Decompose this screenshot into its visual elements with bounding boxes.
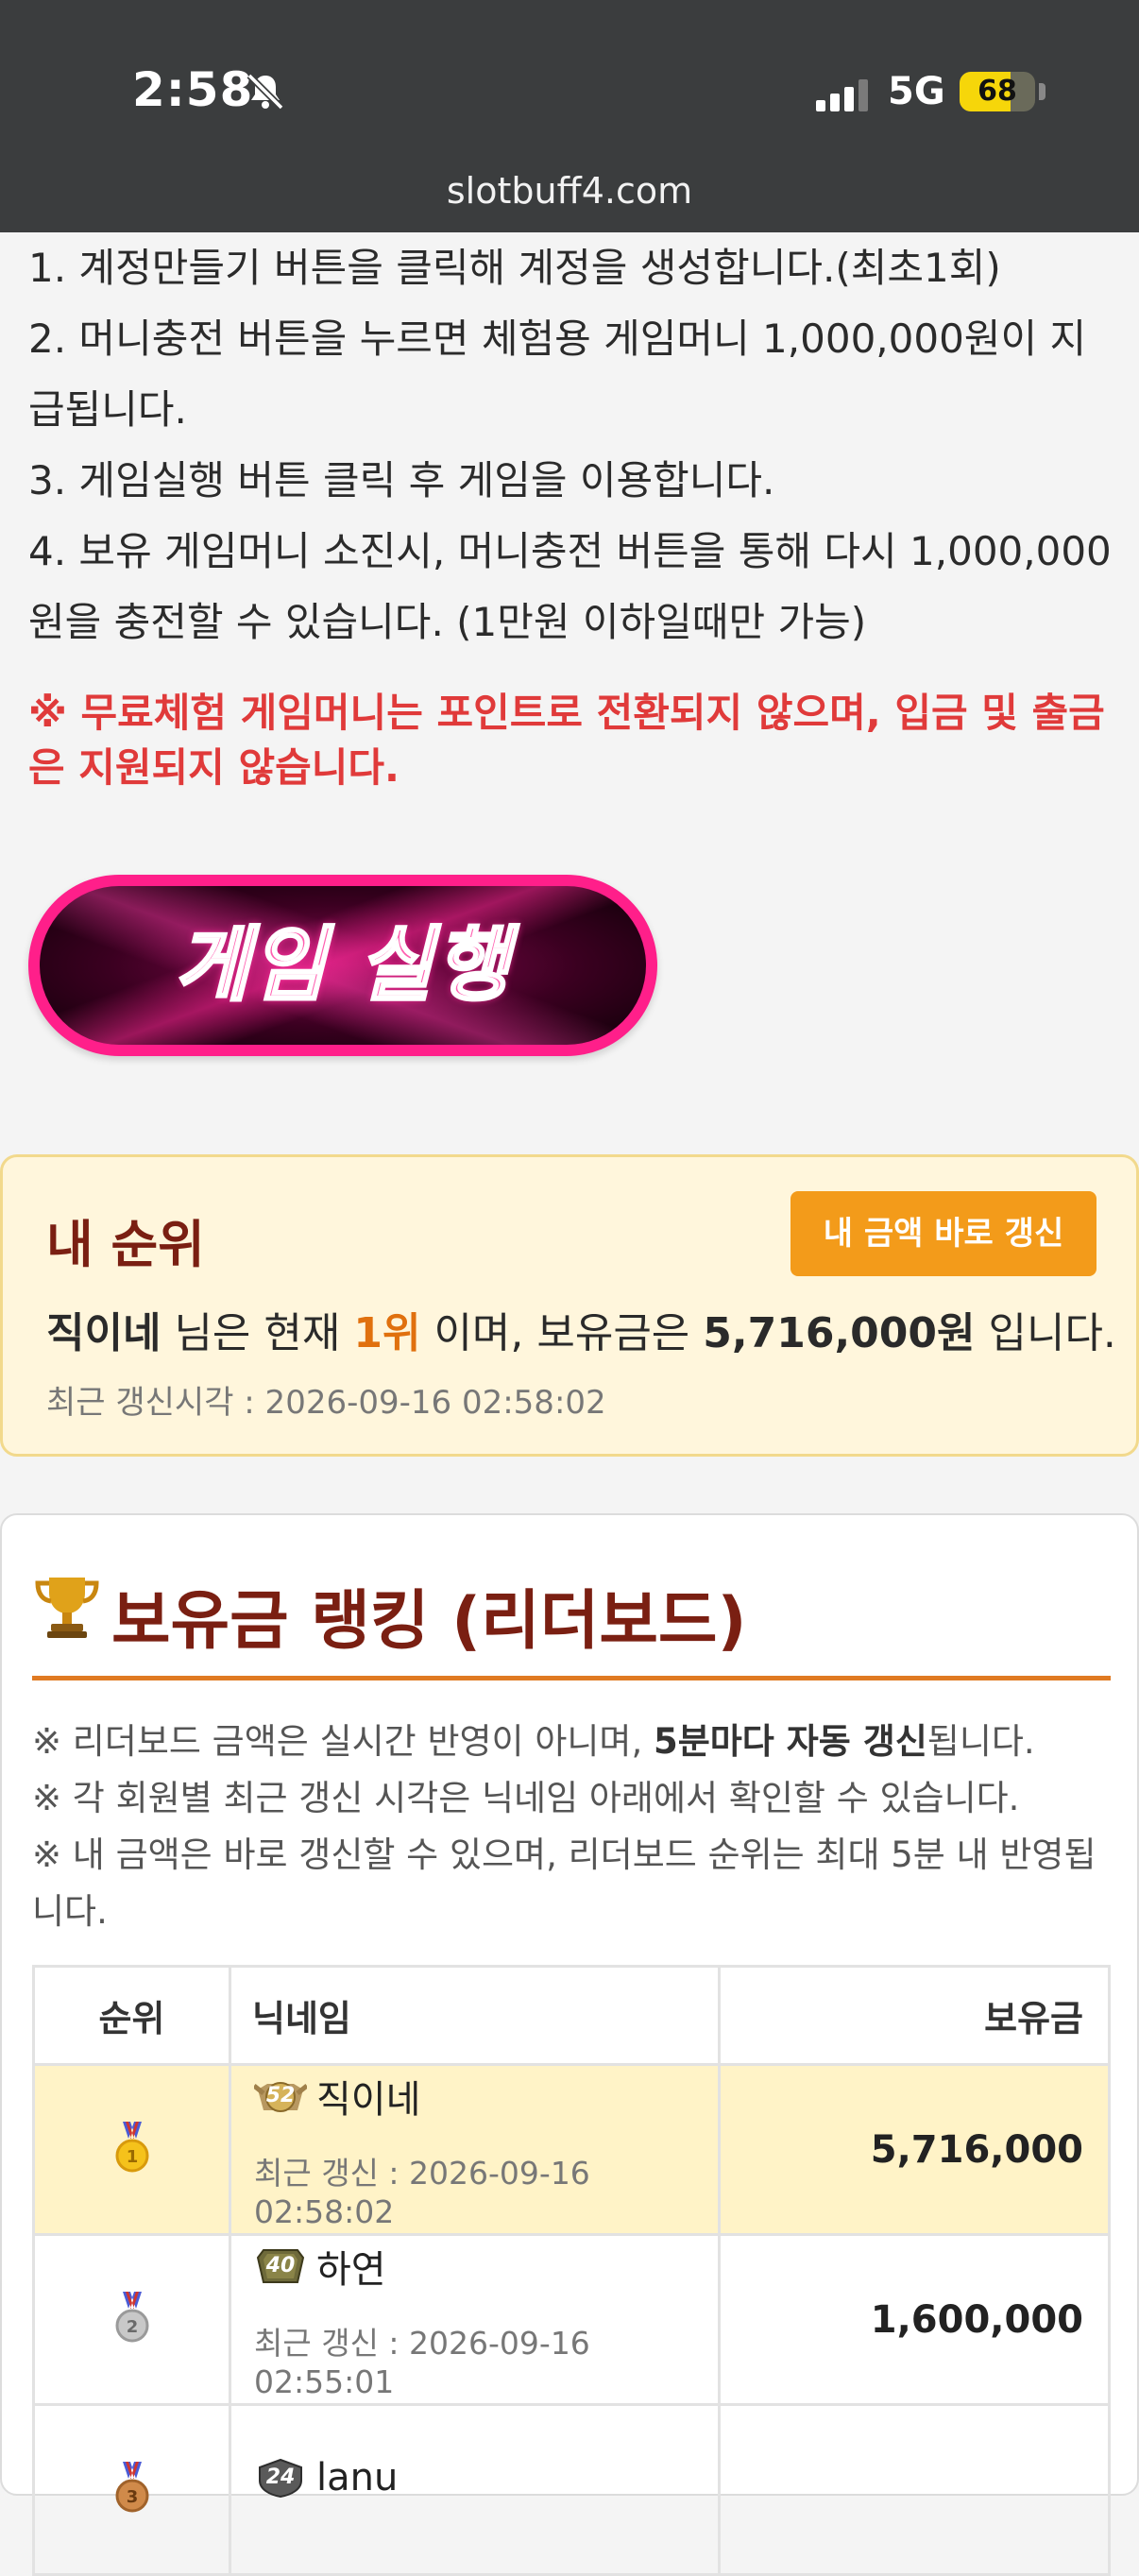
- my-nickname: 직이네: [46, 1309, 162, 1357]
- rank-cell: 1: [32, 2063, 231, 2236]
- my-amount: 5,716,000원: [703, 1309, 976, 1357]
- leaderboard-divider: [32, 1676, 1111, 1680]
- status-time: 2:58: [132, 62, 254, 117]
- leaderboard-note: ※ 내 금액은 바로 갱신할 수 있으며, 리더보드 순위는 최대 5분 내 반…: [32, 1834, 1096, 1932]
- instruction-step: 1. 계정만들기 버튼을 클릭해 계정을 생성합니다.(최초1회): [28, 245, 1001, 291]
- level-number: 52: [265, 2084, 296, 2107]
- browser-top-bar: 2:58 5G 68 slotbuff4.com: [0, 0, 1139, 232]
- medal-number: 1: [126, 2147, 138, 2167]
- summary-text: 입니다.: [975, 1309, 1116, 1357]
- leaderboard-table: 순위 닉네임 보유금 1 52 직이네 최근 갱신: 2026-09-16 0…: [32, 1965, 1111, 2576]
- column-header-nickname: 닉네임: [229, 1965, 721, 2066]
- my-rank-updated-time: 최근 갱신시각 : 2026-09-16 02:58:02: [46, 1384, 606, 1422]
- bell-muted-icon: [246, 73, 284, 111]
- game-play-button-label: 게임 실행: [173, 917, 512, 1015]
- level-badge-icon: 52: [252, 2076, 309, 2116]
- silver-medal-icon: 2: [115, 2291, 148, 2342]
- note-text: ※ 리더보드 금액은 실시간 반영이 아니며,: [32, 1721, 654, 1762]
- nickname-cell: 40 하연 최근 갱신 : 2026-09-16 02:55:01: [229, 2233, 721, 2406]
- nickname-line: 40 하연: [254, 2239, 718, 2294]
- money-cell: [718, 2403, 1111, 2576]
- battery-percent: 68: [978, 75, 1017, 108]
- game-play-button[interactable]: 게임 실행: [28, 875, 657, 1056]
- bronze-medal-icon: 3: [115, 2461, 148, 2512]
- game-play-button-art: 게임 실행: [40, 886, 646, 1045]
- leaderboard-card: 보유금 랭킹 (리더보드) ※ 리더보드 금액은 실시간 반영이 아니며, 5분…: [0, 1513, 1139, 2576]
- summary-text: 이며, 보유금은: [420, 1309, 704, 1357]
- level-number: 24: [265, 2465, 296, 2489]
- leaderboard-title: 보유금 랭킹 (리더보드): [111, 1584, 747, 1659]
- network-type: 5G: [888, 70, 945, 113]
- table-header-row: 순위 닉네임 보유금: [32, 1965, 1111, 2066]
- nickname-line: 24 lanu: [254, 2456, 718, 2499]
- rank-cell: 3: [32, 2403, 231, 2576]
- instruction-step: 2. 머니충전 버튼을 누르면 체험용 게임머니 1,000,000원이 지급됩…: [28, 316, 1087, 433]
- column-header-money: 보유금: [718, 1965, 1111, 2066]
- level-number: 40: [265, 2254, 296, 2277]
- medal-number: 3: [126, 2487, 138, 2507]
- instruction-list: 1. 계정만들기 버튼을 클릭해 계정을 생성합니다.(최초1회) 2. 머니충…: [28, 232, 1114, 657]
- rank-cell: 2: [32, 2233, 231, 2406]
- table-row: 3 24 lanu: [32, 2403, 1111, 2576]
- nickname-updated-time: 최근 갱신 : 2026-09-16 02:55:01: [254, 2325, 590, 2400]
- nickname-text: 직이네: [316, 2078, 421, 2122]
- note-text: 됩니다.: [926, 1721, 1035, 1762]
- medal-number: 2: [126, 2317, 138, 2337]
- my-rank-value: 1위: [353, 1309, 421, 1357]
- leaderboard-note: ※ 각 회원별 최근 갱신 시각은 닉네임 아래에서 확인할 수 있습니다.: [32, 1778, 1020, 1818]
- money-cell: 5,716,000: [718, 2063, 1111, 2236]
- gold-medal-icon: 1: [115, 2121, 148, 2172]
- nickname-line: 52 직이네: [252, 2069, 718, 2124]
- my-rank-title: 내 순위: [46, 1215, 205, 1274]
- leaderboard-notes: ※ 리더보드 금액은 실시간 반영이 아니며, 5분마다 자동 갱신됩니다. ※…: [32, 1714, 1109, 1940]
- warning-notice: ※ 무료체험 게임머니는 포인트로 전환되지 않으며, 입금 및 출금은 지원되…: [28, 690, 1105, 791]
- nickname-cell: 52 직이네 최근 갱신 : 2026-09-16 02:58:02: [229, 2063, 721, 2236]
- nickname-cell: 24 lanu: [229, 2403, 721, 2576]
- cellular-signal-icon: [816, 79, 868, 111]
- money-cell: 1,600,000: [718, 2233, 1111, 2406]
- nickname-text: 하연: [316, 2248, 386, 2292]
- leaderboard-note: ※ 리더보드 금액은 실시간 반영이 아니며, 5분마다 자동 갱신됩니다.: [32, 1714, 1109, 1770]
- nickname-text: lanu: [316, 2455, 399, 2499]
- level-badge-icon: 24: [254, 2458, 307, 2498]
- my-rank-card: 내 순위 내 금액 바로 갱신 직이네 님은 현재 1위 이며, 보유금은 5,…: [0, 1154, 1139, 1457]
- address-bar-url[interactable]: slotbuff4.com: [0, 170, 1139, 212]
- trophy-icon: [35, 1578, 99, 1638]
- battery-cap: [1039, 83, 1046, 100]
- table-row: 1 52 직이네 최근 갱신: 2026-09-16 02:58:02 5,7…: [32, 2063, 1111, 2236]
- column-header-rank: 순위: [32, 1965, 231, 2066]
- nickname-updated-time: 최근 갱신 : 2026-09-16 02:58:02: [254, 2155, 590, 2230]
- my-rank-summary: 직이네 님은 현재 1위 이며, 보유금은 5,716,000원 입니다.: [46, 1299, 1116, 1359]
- table-row: 2 40 하연 최근 갱신 : 2026-09-16 02:55:01 1,60…: [32, 2233, 1111, 2406]
- level-badge-icon: 40: [254, 2246, 307, 2286]
- instruction-step: 3. 게임실행 버튼 클릭 후 게임을 이용합니다.: [28, 457, 775, 503]
- instruction-step: 4. 보유 게임머니 소진시, 머니충전 버튼을 통해 다시 1,000,000…: [28, 528, 1112, 645]
- note-emphasis: 5분마다 자동 갱신: [653, 1721, 927, 1762]
- battery-icon: 68: [960, 72, 1035, 111]
- refresh-amount-button[interactable]: 내 금액 바로 갱신: [790, 1191, 1096, 1276]
- summary-text: 님은 현재: [161, 1309, 354, 1357]
